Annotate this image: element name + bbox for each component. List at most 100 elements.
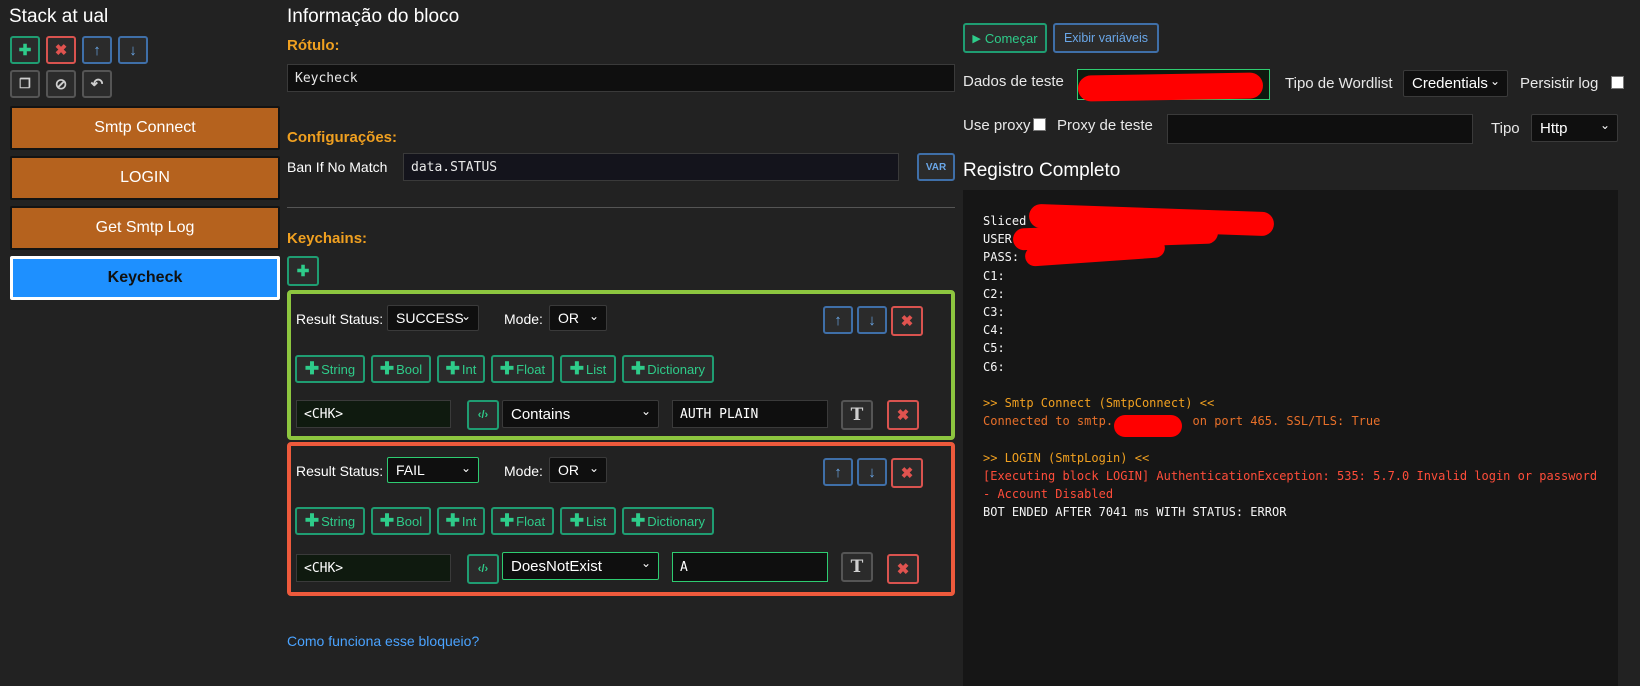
chevron-down-icon: ⌄ bbox=[588, 461, 599, 475]
text-icon: T bbox=[850, 557, 864, 577]
proxy-type-label: Tipo bbox=[1491, 120, 1520, 137]
keychain-remove-button[interactable]: ✖ bbox=[891, 458, 923, 488]
move-up-button[interactable]: ↑ bbox=[82, 36, 112, 64]
condition-select[interactable]: Contains ⌄ bbox=[502, 400, 659, 428]
type-label: List bbox=[586, 361, 607, 377]
use-proxy-label: Use proxy bbox=[963, 117, 1031, 134]
block-label: LOGIN bbox=[120, 169, 170, 186]
show-variables-button[interactable]: Exibir variáveis bbox=[1053, 23, 1159, 53]
add-list-button[interactable]: ✚ List bbox=[560, 507, 616, 535]
type-label: String bbox=[321, 513, 356, 529]
keychain-move-up-button[interactable]: ↑ bbox=[823, 306, 853, 334]
chevron-down-icon: ⌄ bbox=[1599, 118, 1610, 132]
add-float-button[interactable]: ✚ Float bbox=[491, 507, 554, 535]
add-bool-button[interactable]: ✚ Bool bbox=[371, 355, 431, 383]
start-button[interactable]: ▶ Começar bbox=[963, 23, 1047, 53]
type-label: Int bbox=[461, 361, 477, 377]
plus-icon: ✚ bbox=[445, 359, 460, 378]
add-string-button[interactable]: ✚ String bbox=[295, 355, 365, 383]
proxy-type-select[interactable]: Http ⌄ bbox=[1531, 114, 1618, 142]
arrow-up-icon: ↑ bbox=[834, 311, 842, 329]
disable-block-button[interactable]: ⊘ bbox=[46, 70, 76, 98]
add-int-button[interactable]: ✚ Int bbox=[437, 507, 485, 535]
plus-icon: ✚ bbox=[630, 511, 646, 530]
keychain-success: Result Status: SUCCESS ⌄ Mode: OR ⌄ ↑ ↓ ✖ … bbox=[287, 290, 955, 440]
add-string-button[interactable]: ✚ String bbox=[295, 507, 365, 535]
wordlist-type-select[interactable]: Credentials ⌄ bbox=[1403, 70, 1508, 97]
mode-select[interactable]: OR ⌄ bbox=[549, 457, 607, 483]
key-remove-button[interactable]: ✖ bbox=[887, 554, 919, 584]
help-link[interactable]: Como funciona esse bloqueio? bbox=[287, 633, 479, 649]
log-title: Registro Completo bbox=[963, 160, 1121, 181]
add-int-button[interactable]: ✚ Int bbox=[437, 355, 485, 383]
add-dictionary-button[interactable]: ✚ Dictionary bbox=[622, 507, 714, 535]
add-block-button[interactable]: ✚ bbox=[10, 36, 40, 64]
move-down-button[interactable]: ↓ bbox=[118, 36, 148, 64]
var-button[interactable]: VAR bbox=[917, 153, 955, 181]
keychain-move-down-button[interactable]: ↓ bbox=[857, 306, 887, 334]
text-mode-button[interactable]: T bbox=[841, 552, 873, 582]
start-label: Começar bbox=[984, 30, 1038, 46]
use-proxy-checkbox[interactable] bbox=[1033, 118, 1046, 131]
close-icon: ✖ bbox=[900, 313, 914, 330]
code-toggle-button[interactable]: ‹/› bbox=[467, 554, 499, 584]
select-value: DoesNotExist bbox=[511, 557, 602, 575]
plus-icon: ✚ bbox=[304, 511, 320, 530]
text-mode-button[interactable]: T bbox=[841, 400, 873, 430]
keychain-move-down-button[interactable]: ↓ bbox=[857, 458, 887, 486]
undo-icon: ↶ bbox=[90, 76, 104, 93]
log-line: [Executing block LOGIN] AuthenticationEx… bbox=[983, 468, 1598, 483]
add-keychain-button[interactable]: ✚ bbox=[287, 256, 319, 286]
result-status-select[interactable]: SUCCESS ⌄ bbox=[387, 305, 479, 331]
stack-block-smtp-connect[interactable]: Smtp Connect bbox=[10, 106, 280, 150]
divider bbox=[287, 207, 955, 208]
plus-icon: ✚ bbox=[379, 511, 395, 530]
key-left-input[interactable]: <CHK> bbox=[296, 554, 451, 582]
clone-block-button[interactable]: ❐ bbox=[10, 70, 40, 98]
keychain-move-up-button[interactable]: ↑ bbox=[823, 458, 853, 486]
undo-button[interactable]: ↶ bbox=[82, 70, 112, 98]
add-dictionary-button[interactable]: ✚ Dictionary bbox=[622, 355, 714, 383]
condition-select[interactable]: DoesNotExist ⌄ bbox=[502, 552, 659, 580]
close-icon: ✖ bbox=[896, 407, 910, 424]
log-line: >> Smtp Connect (SmtpConnect) << bbox=[983, 396, 1215, 411]
mode-label: Mode: bbox=[504, 463, 543, 479]
test-data-label: Dados de teste bbox=[963, 73, 1064, 90]
plus-icon: ✚ bbox=[569, 359, 584, 378]
clone-icon: ❐ bbox=[19, 76, 31, 91]
log-line: C5: bbox=[983, 341, 1005, 356]
persist-log-checkbox[interactable] bbox=[1611, 76, 1624, 89]
code-toggle-button[interactable]: ‹/› bbox=[467, 400, 499, 430]
keychain-remove-button[interactable]: ✖ bbox=[891, 306, 923, 336]
stack-block-login[interactable]: LOGIN bbox=[10, 156, 280, 200]
test-proxy-input[interactable] bbox=[1167, 114, 1473, 144]
log-line: C6: bbox=[983, 359, 1005, 374]
type-label: Dictionary bbox=[647, 513, 706, 529]
add-float-button[interactable]: ✚ Float bbox=[491, 355, 554, 383]
plus-icon: ✚ bbox=[499, 359, 515, 378]
key-left-input[interactable]: <CHK> bbox=[296, 400, 451, 428]
key-remove-button[interactable]: ✖ bbox=[887, 400, 919, 430]
key-right-input[interactable]: A bbox=[672, 552, 828, 582]
redaction-mark bbox=[1114, 415, 1182, 437]
mode-select[interactable]: OR ⌄ bbox=[549, 305, 607, 331]
add-bool-button[interactable]: ✚ Bool bbox=[371, 507, 431, 535]
result-status-select[interactable]: FAIL ⌄ bbox=[387, 457, 479, 483]
stack-block-get-smtp-log[interactable]: Get Smtp Log bbox=[10, 206, 280, 250]
stack-block-keycheck[interactable]: Keycheck bbox=[10, 256, 280, 300]
block-label: Get Smtp Log bbox=[95, 219, 195, 236]
log-line: C2: bbox=[983, 286, 1005, 301]
chevron-down-icon: ⌄ bbox=[588, 309, 599, 323]
type-label: List bbox=[586, 513, 607, 529]
label-input[interactable]: Keycheck bbox=[287, 64, 955, 92]
close-icon: ✖ bbox=[54, 42, 68, 59]
remove-block-button[interactable]: ✖ bbox=[46, 36, 76, 64]
add-list-button[interactable]: ✚ List bbox=[560, 355, 616, 383]
log-line: Connected to smtp. on port 465. SSL/TLS:… bbox=[983, 414, 1381, 429]
key-right-input[interactable]: AUTH PLAIN bbox=[672, 400, 828, 428]
ban-if-no-match-input[interactable]: data.STATUS bbox=[403, 153, 899, 181]
stack-title: Stack at ual bbox=[9, 6, 109, 27]
mode-label: Mode: bbox=[504, 311, 543, 327]
ban-icon: ⊘ bbox=[54, 76, 68, 93]
